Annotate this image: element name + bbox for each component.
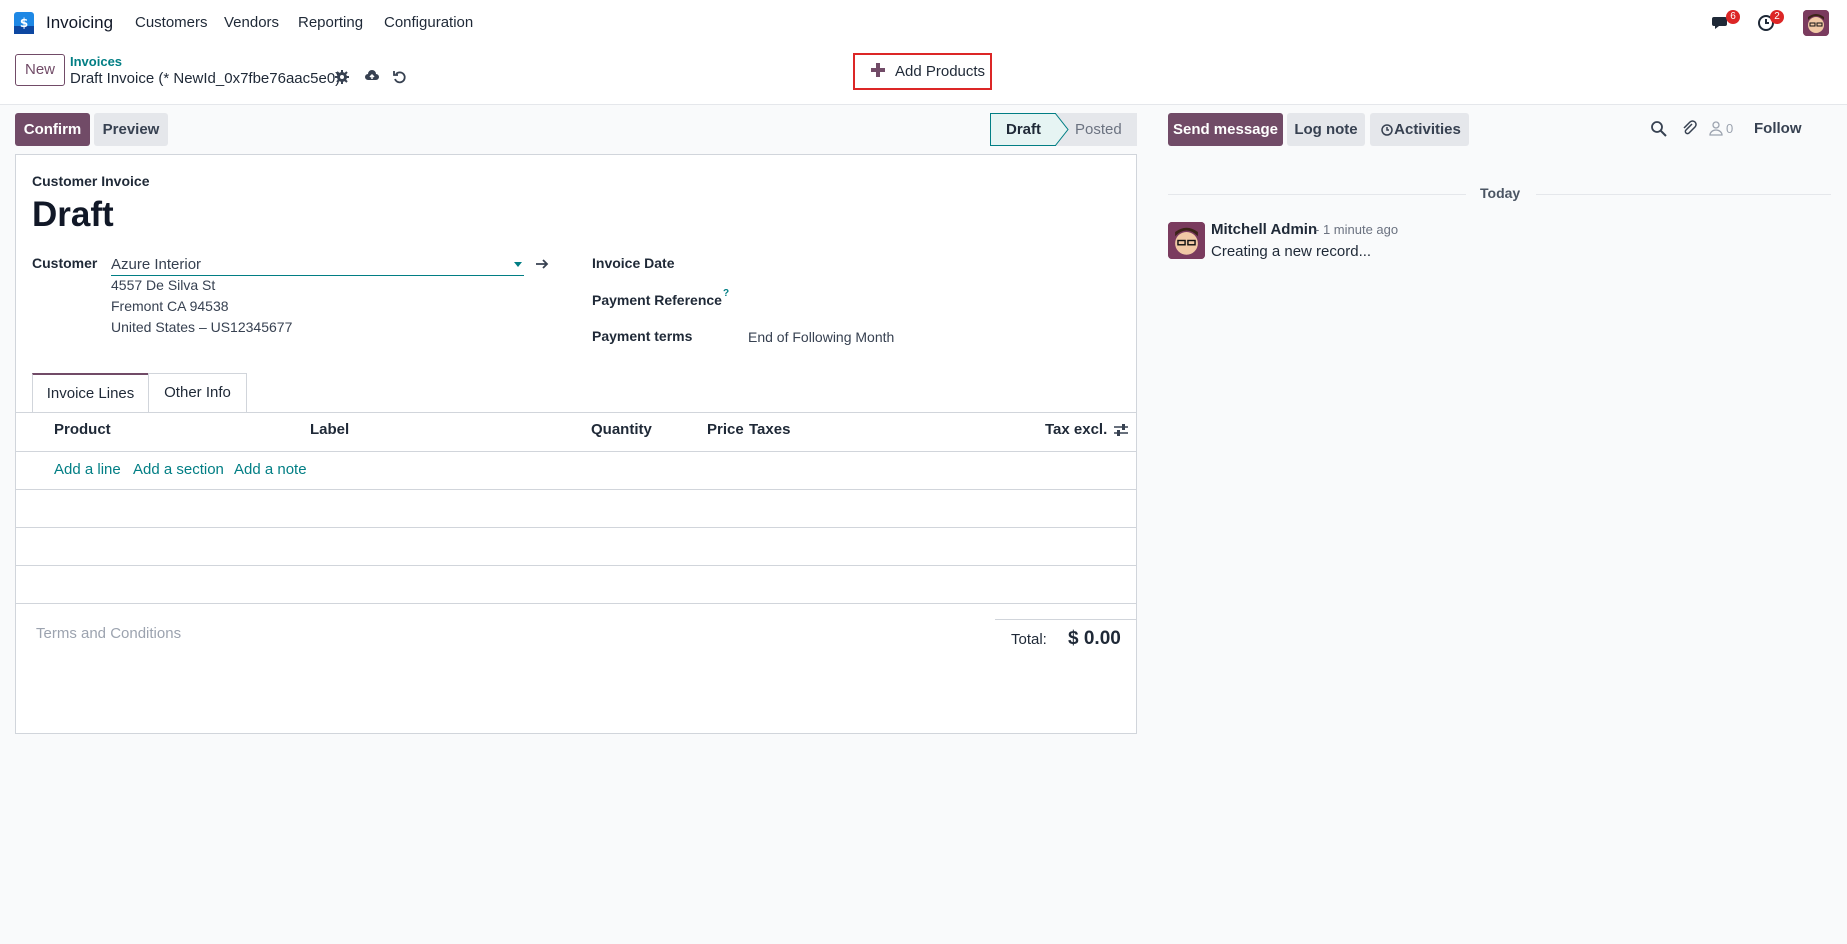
add-products-button[interactable]: Add Products xyxy=(853,53,992,90)
today-divider-right xyxy=(1536,194,1831,195)
add-products-label: Add Products xyxy=(895,63,986,80)
row-divider xyxy=(16,603,1136,604)
add-line-link[interactable]: Add a line xyxy=(54,461,121,478)
menu-vendors[interactable]: Vendors xyxy=(224,14,279,31)
invoice-form-sheet: Customer Invoice Draft Customer Azure In… xyxy=(15,154,1137,734)
customer-value: Azure Interior xyxy=(111,256,202,273)
message-time: - 1 minute ago xyxy=(1315,222,1399,237)
tab-divider xyxy=(16,412,1136,413)
payment-terms-value[interactable]: End of Following Month xyxy=(748,329,894,345)
customer-field[interactable]: Azure Interior xyxy=(111,254,524,276)
user-icon[interactable] xyxy=(1708,120,1725,137)
status-draft[interactable]: Draft xyxy=(990,113,1056,146)
sliders-icon[interactable] xyxy=(1113,422,1129,438)
row-divider xyxy=(16,489,1136,490)
invoice-type-label: Customer Invoice xyxy=(32,173,150,189)
message-author[interactable]: Mitchell Admin xyxy=(1211,221,1317,238)
address-line-3: United States – US12345677 xyxy=(111,319,293,335)
menu-reporting[interactable]: Reporting xyxy=(298,14,363,31)
new-button[interactable]: New xyxy=(15,54,65,86)
follow-button[interactable]: Follow xyxy=(1754,120,1802,137)
col-taxes[interactable]: Taxes xyxy=(749,421,790,438)
gear-icon[interactable] xyxy=(334,69,350,85)
followers-count[interactable]: 0 xyxy=(1726,121,1733,136)
address-line-1: 4557 De Silva St xyxy=(111,277,216,293)
clock-icon xyxy=(1381,124,1393,136)
col-price[interactable]: Price xyxy=(707,421,744,438)
send-message-button[interactable]: Send message xyxy=(1168,113,1283,146)
status-arrow-shape xyxy=(1055,113,1069,146)
caret-down-icon[interactable] xyxy=(514,262,522,268)
record-title: Draft Invoice (* NewId_0x7fbe76aac5e0) xyxy=(70,70,341,87)
address-line-2: Fremont CA 94538 xyxy=(111,298,229,314)
invoice-date-label: Invoice Date xyxy=(592,255,675,271)
breadcrumb-invoices-link[interactable]: Invoices xyxy=(70,54,122,69)
menu-customers[interactable]: Customers xyxy=(135,14,208,31)
svg-text:$: $ xyxy=(20,16,28,30)
arrow-right-icon[interactable] xyxy=(535,257,549,271)
activities-label: Activities xyxy=(1394,121,1461,138)
invoice-title: Draft xyxy=(32,195,114,234)
today-label: Today xyxy=(1480,185,1521,201)
cloud-upload-icon[interactable] xyxy=(364,68,380,84)
undo-icon[interactable] xyxy=(392,69,408,85)
message-author-avatar[interactable] xyxy=(1168,222,1205,259)
preview-button[interactable]: Preview xyxy=(94,113,168,146)
help-tooltip-icon[interactable]: ? xyxy=(723,288,729,299)
confirm-button[interactable]: Confirm xyxy=(15,113,90,146)
col-product[interactable]: Product xyxy=(54,421,111,438)
total-value: $ 0.00 xyxy=(1068,628,1121,649)
col-tax-excl[interactable]: Tax excl. xyxy=(1045,421,1107,438)
today-divider-left xyxy=(1168,194,1466,195)
add-note-link[interactable]: Add a note xyxy=(234,461,307,478)
add-section-link[interactable]: Add a section xyxy=(133,461,224,478)
user-avatar[interactable] xyxy=(1803,10,1829,36)
col-label[interactable]: Label xyxy=(310,421,349,438)
col-quantity[interactable]: Quantity xyxy=(591,421,652,438)
app-logo-icon[interactable]: $ xyxy=(14,12,34,34)
payment-terms-label: Payment terms xyxy=(592,328,693,344)
messages-badge: 6 xyxy=(1726,10,1740,24)
log-note-button[interactable]: Log note xyxy=(1287,113,1365,146)
paperclip-icon[interactable] xyxy=(1681,120,1698,137)
activities-badge: 2 xyxy=(1770,10,1784,24)
plus-icon xyxy=(871,63,885,77)
message-body: Creating a new record... xyxy=(1211,243,1372,260)
row-divider xyxy=(16,527,1136,528)
top-navbar: $ Invoicing Customers Vendors Reporting … xyxy=(0,0,1847,46)
tab-invoice-lines[interactable]: Invoice Lines xyxy=(32,373,149,413)
search-icon[interactable] xyxy=(1650,120,1667,137)
tab-other-info[interactable]: Other Info xyxy=(148,373,247,413)
total-label: Total: xyxy=(1011,631,1047,648)
app-name[interactable]: Invoicing xyxy=(46,13,113,33)
payment-reference-label: Payment Reference xyxy=(592,292,722,308)
control-panel: New Invoices Draft Invoice (* NewId_0x7f… xyxy=(0,46,1847,105)
header-divider xyxy=(16,451,1136,452)
menu-configuration[interactable]: Configuration xyxy=(384,14,473,31)
total-divider xyxy=(995,619,1136,620)
row-divider xyxy=(16,565,1136,566)
activities-button[interactable]: Activities xyxy=(1370,113,1469,146)
customer-label: Customer xyxy=(32,255,98,271)
terms-and-conditions-field[interactable]: Terms and Conditions xyxy=(36,625,181,642)
